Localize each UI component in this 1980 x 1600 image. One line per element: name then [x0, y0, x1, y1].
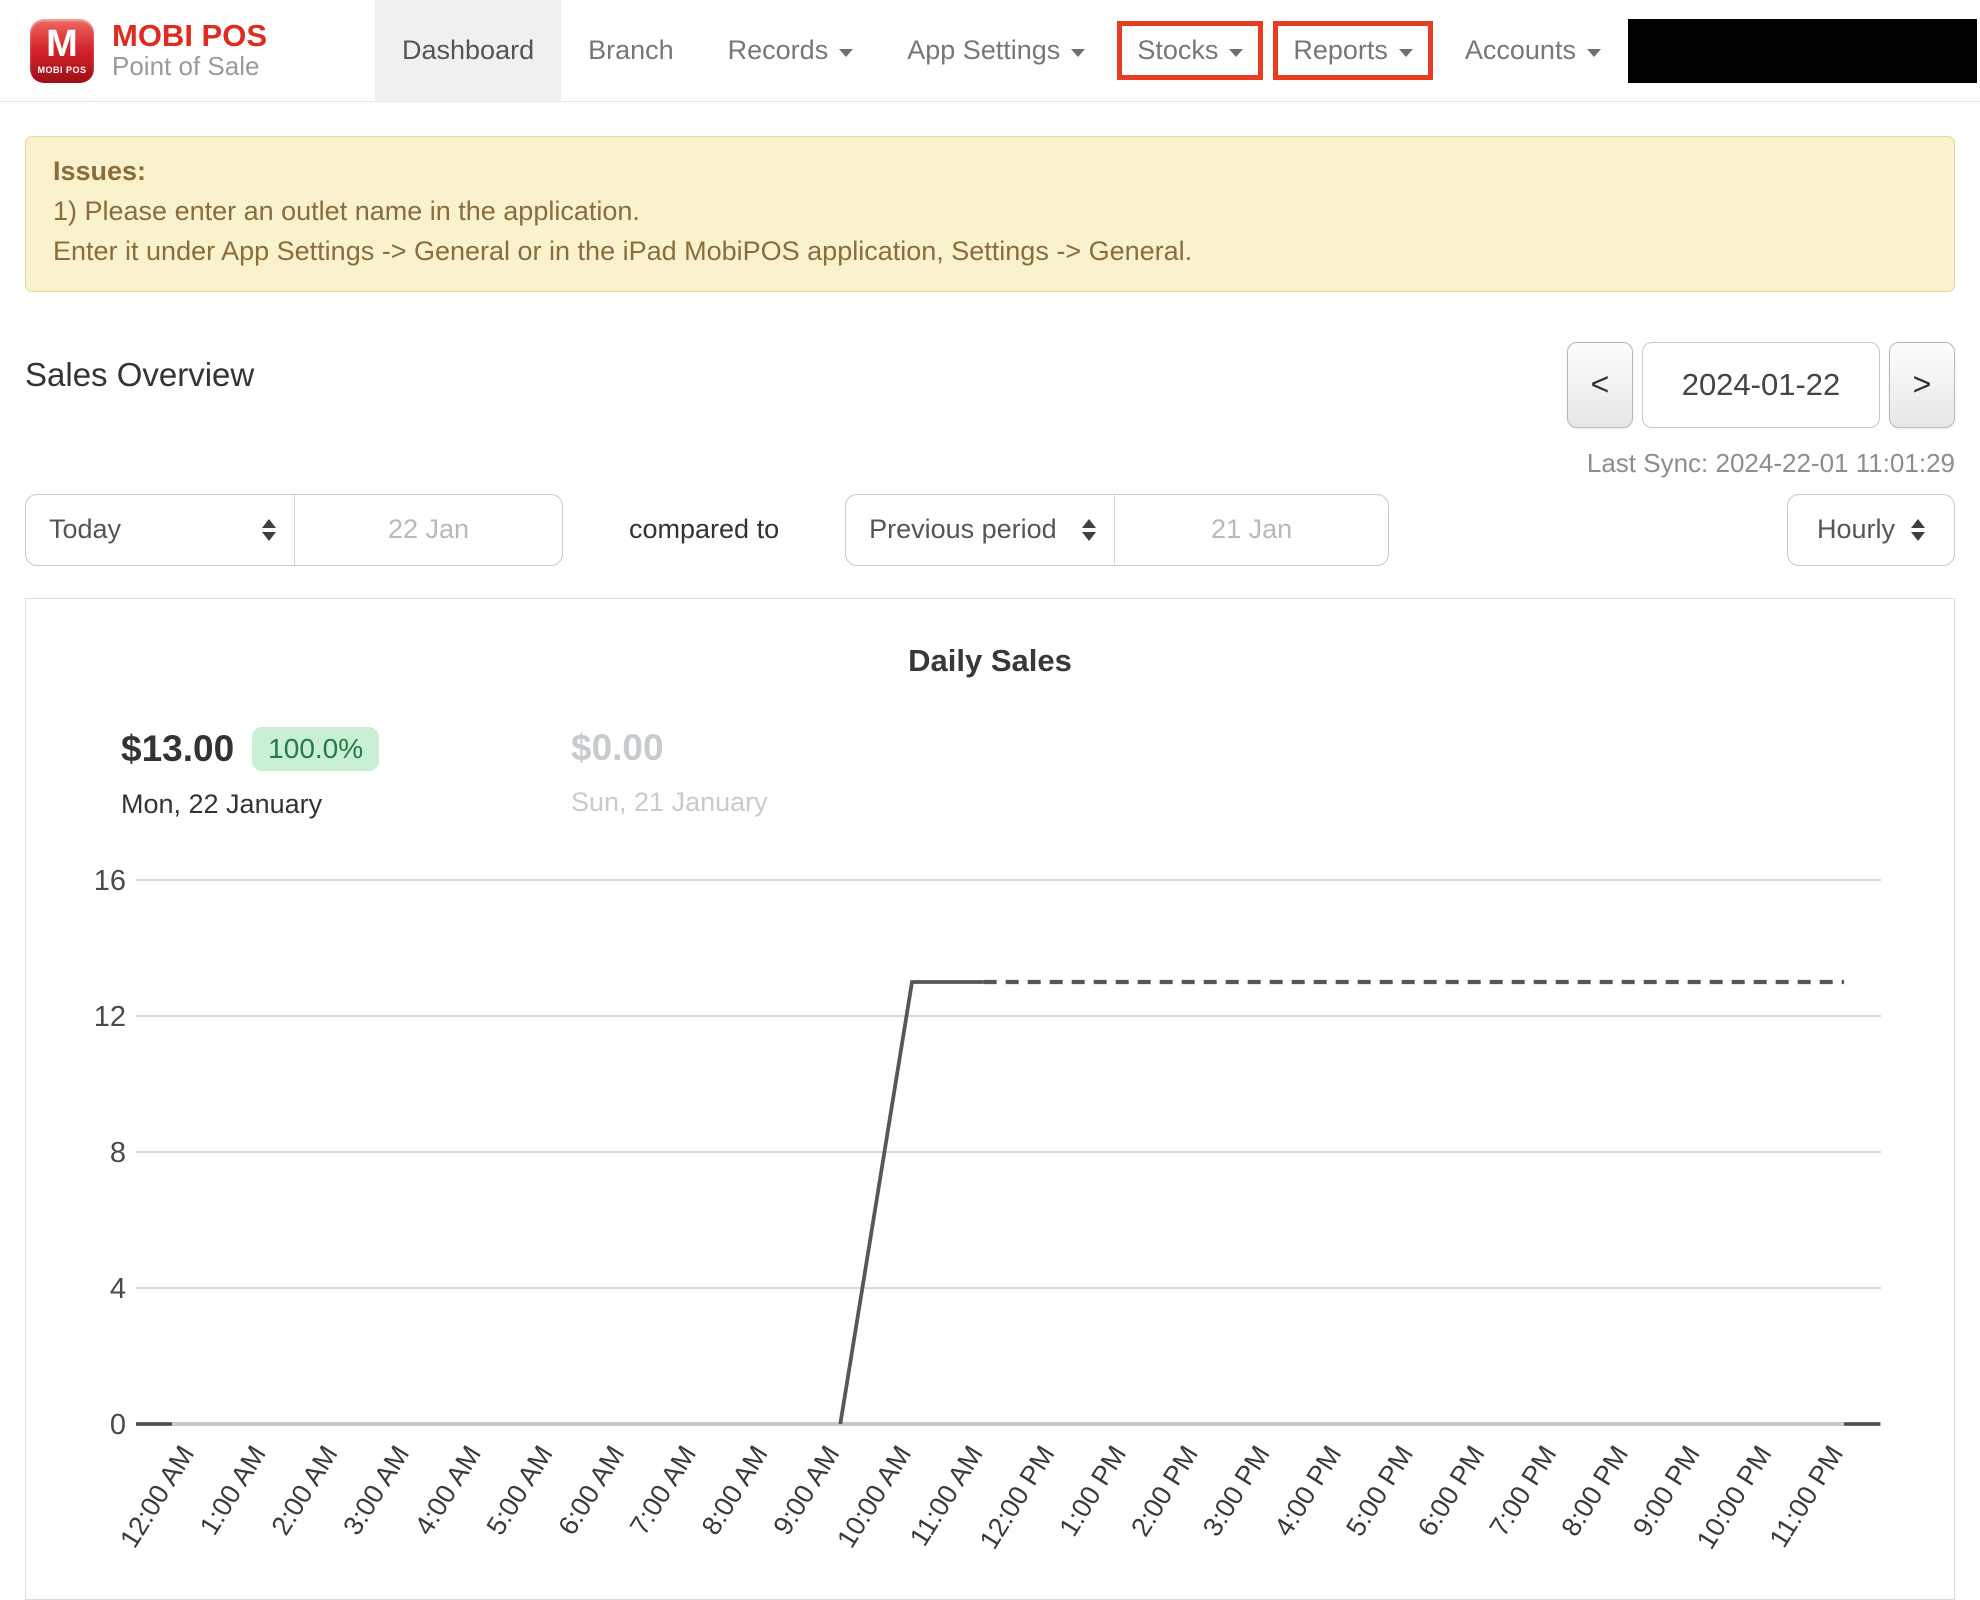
- change-badge: 100.0%: [252, 726, 380, 771]
- compared-to-label: compared to: [629, 514, 780, 545]
- current-amount: $13.00: [121, 727, 235, 769]
- next-date-button[interactable]: >: [1889, 341, 1955, 428]
- svg-text:5:00 PM: 5:00 PM: [1340, 1440, 1419, 1541]
- svg-text:7:00 AM: 7:00 AM: [624, 1440, 702, 1540]
- svg-text:4:00 PM: 4:00 PM: [1269, 1440, 1348, 1541]
- caret-down-icon: [839, 49, 854, 57]
- issues-alert-title: Issues:: [53, 156, 147, 186]
- redacted-account-box: [1627, 18, 1977, 83]
- compare-group: Previous period 21 Jan: [845, 493, 1390, 566]
- caret-down-icon: [1071, 49, 1086, 57]
- svg-text:7:00 PM: 7:00 PM: [1484, 1440, 1563, 1541]
- mobipos-logo-icon: M MOBI POS: [30, 18, 94, 83]
- compare-select-value: Previous period: [869, 514, 1057, 545]
- brand-logo[interactable]: M MOBI POS MOBI POS Point of Sale: [0, 0, 375, 101]
- granularity-select-value: Hourly: [1816, 514, 1896, 545]
- date-navigation: < 2024-01-22 >: [1567, 341, 1955, 428]
- period-date-input[interactable]: 22 Jan: [294, 494, 562, 565]
- nav-item-label: Accounts: [1464, 35, 1576, 65]
- nav-item-label: Stocks: [1137, 35, 1219, 65]
- page-title: Sales Overview: [25, 355, 255, 393]
- svg-text:1:00 PM: 1:00 PM: [1053, 1440, 1132, 1541]
- date-picker-field[interactable]: 2024-01-22: [1642, 341, 1880, 428]
- current-period-stat: $13.00 100.0% Mon, 22 January: [121, 726, 380, 820]
- nav-item-records[interactable]: Records: [701, 0, 881, 101]
- svg-text:8:00 PM: 8:00 PM: [1555, 1440, 1634, 1541]
- svg-text:12:00 AM: 12:00 AM: [114, 1440, 200, 1553]
- nav-item-label: App Settings: [907, 35, 1061, 65]
- spinner-icon: [1911, 518, 1926, 541]
- logo-caption: MOBI POS: [37, 64, 87, 75]
- spinner-icon: [262, 518, 276, 541]
- brand-title: MOBI POS: [112, 18, 268, 54]
- svg-text:2:00 PM: 2:00 PM: [1125, 1440, 1204, 1541]
- current-date-label: Mon, 22 January: [121, 788, 323, 819]
- issues-alert-line1: 1) Please enter an outlet name in the ap…: [53, 195, 640, 226]
- nav-item-branch[interactable]: Branch: [561, 0, 701, 101]
- svg-text:5:00 AM: 5:00 AM: [481, 1440, 559, 1540]
- granularity-select[interactable]: Hourly: [1787, 493, 1955, 566]
- nav-item-label: Dashboard: [402, 35, 535, 65]
- daily-sales-line-chart: 048121612:00 AM1:00 AM2:00 AM3:00 AM4:00…: [94, 865, 1881, 1554]
- compare-date-input[interactable]: 21 Jan: [1114, 494, 1388, 565]
- brand-subtitle: Point of Sale: [112, 51, 260, 81]
- nav-item-reports[interactable]: Reports: [1273, 21, 1433, 80]
- nav-item-dashboard[interactable]: Dashboard: [375, 0, 562, 101]
- previous-period-stat: $0.00 Sun, 21 January: [571, 727, 768, 818]
- nav-item-accounts[interactable]: Accounts: [1438, 0, 1628, 101]
- caret-down-icon: [1398, 49, 1413, 57]
- last-sync-label: Last Sync: 2024-22-01 11:01:29: [1586, 447, 1955, 478]
- chart-title: Daily Sales: [908, 642, 1072, 678]
- nav-menu: Dashboard Branch Records App Settings Stocks…: [375, 0, 1628, 101]
- svg-text:9:00 PM: 9:00 PM: [1627, 1440, 1706, 1541]
- period-select[interactable]: Today: [26, 495, 294, 565]
- nav-item-label: Reports: [1293, 35, 1388, 65]
- svg-text:9:00 AM: 9:00 AM: [767, 1440, 845, 1540]
- brand-text: MOBI POS Point of Sale: [112, 20, 267, 80]
- svg-text:12: 12: [94, 1001, 126, 1033]
- issues-alert-line2: Enter it under App Settings -> General o…: [53, 235, 1193, 266]
- period-group: Today 22 Jan: [25, 493, 563, 566]
- nav-item-stocks[interactable]: Stocks: [1117, 21, 1264, 80]
- filter-row: Today 22 Jan compared to Previous period…: [25, 493, 1955, 566]
- issues-alert: Issues: 1) Please enter an outlet name i…: [25, 136, 1955, 292]
- svg-text:8: 8: [110, 1137, 126, 1169]
- navbar: M MOBI POS MOBI POS Point of Sale Dashbo…: [0, 0, 1980, 102]
- nav-item-label: Branch: [588, 35, 674, 65]
- previous-date-label: Sun, 21 January: [571, 786, 768, 817]
- svg-text:3:00 AM: 3:00 AM: [337, 1440, 415, 1540]
- svg-text:6:00 AM: 6:00 AM: [552, 1440, 630, 1540]
- spinner-icon: [1082, 518, 1097, 541]
- daily-sales-card: Daily Sales $13.00 100.0% Mon, 22 Januar…: [25, 597, 1955, 1600]
- prev-date-button[interactable]: <: [1567, 341, 1633, 428]
- nav-item-app-settings[interactable]: App Settings: [880, 0, 1112, 101]
- svg-text:8:00 AM: 8:00 AM: [696, 1440, 774, 1540]
- svg-text:16: 16: [94, 865, 126, 897]
- caret-down-icon: [1586, 49, 1601, 57]
- period-select-value: Today: [49, 514, 122, 545]
- overview-header: Sales Overview < 2024-01-22 > Last Sync:…: [25, 341, 1955, 482]
- caret-down-icon: [1229, 49, 1244, 57]
- logo-letter: M: [46, 23, 78, 66]
- svg-text:2:00 AM: 2:00 AM: [266, 1440, 344, 1540]
- svg-text:1:00 AM: 1:00 AM: [194, 1440, 272, 1540]
- compare-select[interactable]: Previous period: [846, 495, 1114, 565]
- svg-text:6:00 PM: 6:00 PM: [1412, 1440, 1491, 1541]
- svg-text:4: 4: [110, 1273, 126, 1305]
- nav-item-label: Records: [727, 35, 829, 65]
- previous-amount: $0.00: [571, 726, 664, 768]
- svg-text:0: 0: [110, 1409, 126, 1441]
- svg-text:3:00 PM: 3:00 PM: [1197, 1440, 1276, 1541]
- svg-text:4:00 AM: 4:00 AM: [409, 1440, 487, 1540]
